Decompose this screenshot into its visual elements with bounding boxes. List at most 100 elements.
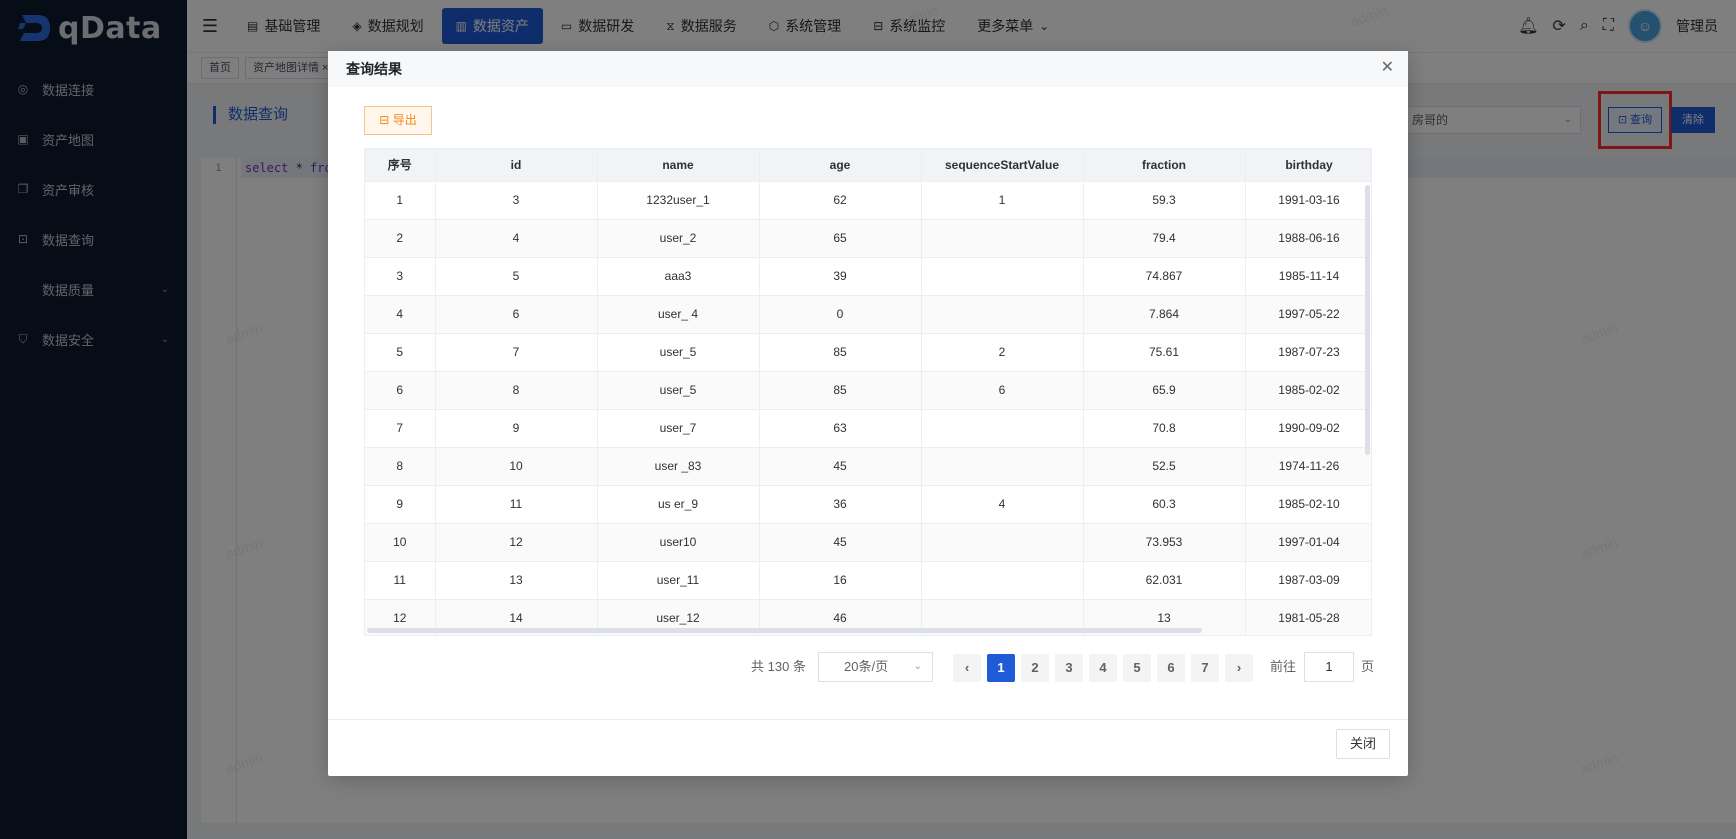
close-icon[interactable]: ✕	[1381, 60, 1394, 76]
table-cell: 79.4	[1083, 219, 1246, 258]
column-header[interactable]: age	[759, 149, 922, 182]
goto-page-input[interactable]: 1	[1304, 652, 1354, 682]
table-cell: 3	[365, 257, 436, 296]
table-row[interactable]: 3 5 aaa3 39 74.867 1985-11-14	[365, 257, 1371, 296]
table-cell	[921, 257, 1084, 296]
dialog-title: 查询结果	[346, 61, 402, 77]
table-cell	[921, 447, 1084, 486]
table-cell: 5	[435, 257, 598, 296]
table-cell: user _83	[597, 447, 760, 486]
table-cell	[921, 561, 1084, 600]
table-cell: 9	[435, 409, 598, 448]
page-button-1[interactable]: 1	[987, 654, 1015, 682]
vertical-scrollbar[interactable]	[1365, 185, 1370, 455]
table-cell: 12	[435, 523, 598, 562]
column-header[interactable]: 序号	[365, 149, 436, 182]
table-row[interactable]: 6 8 user_5 85 6 65.9 1985-02-02	[365, 371, 1371, 410]
table-cell: 3	[435, 181, 598, 220]
table-row[interactable]: 7 9 user_7 63 70.8 1990-09-02	[365, 409, 1371, 448]
export-button-label: 导出	[392, 113, 417, 127]
table-cell: 1991-03-16	[1245, 181, 1371, 220]
table-cell: 5	[365, 333, 436, 372]
table-cell	[921, 295, 1084, 334]
table-row[interactable]: 9 11 us er_9 36 4 60.3 1985-02-10	[365, 485, 1371, 524]
table-row[interactable]: 2 4 user_2 65 79.4 1988-06-16	[365, 219, 1371, 258]
table-cell: user_ 4	[597, 295, 760, 334]
table-row[interactable]: 4 6 user_ 4 0 7.864 1997-05-22	[365, 295, 1371, 334]
table-cell: 6	[365, 371, 436, 410]
table-cell: 1990-09-02	[1245, 409, 1371, 448]
table-cell: 75.61	[1083, 333, 1246, 372]
export-button[interactable]: ⊟ 导出	[364, 106, 432, 135]
page-button-3[interactable]: 3	[1055, 654, 1083, 682]
table-cell: 1988-06-16	[1245, 219, 1371, 258]
table-cell: 70.8	[1083, 409, 1246, 448]
table-cell: 85	[759, 371, 922, 410]
page-button-2[interactable]: 2	[1021, 654, 1049, 682]
table-cell: 6	[435, 295, 598, 334]
table-cell: 65.9	[1083, 371, 1246, 410]
table-cell: 1232user_1	[597, 181, 760, 220]
next-page-button[interactable]: ›	[1225, 654, 1253, 682]
page-size-select[interactable]: 20条/页 ⌄	[818, 652, 933, 682]
page-button-5[interactable]: 5	[1123, 654, 1151, 682]
table-cell: user_7	[597, 409, 760, 448]
goto-label: 前往	[1270, 659, 1297, 674]
table-cell: 0	[759, 295, 922, 334]
column-header[interactable]: name	[597, 149, 760, 182]
table-cell: 4	[435, 219, 598, 258]
chevron-down-icon: ⌄	[913, 661, 922, 672]
table-cell: 4	[921, 485, 1084, 524]
table-cell: 7	[365, 409, 436, 448]
table-cell: 62.031	[1083, 561, 1246, 600]
page-button-6[interactable]: 6	[1157, 654, 1185, 682]
table-cell: 39	[759, 257, 922, 296]
column-header[interactable]: fraction	[1083, 149, 1246, 182]
table-row[interactable]: 8 10 user _83 45 52.5 1974-11-26	[365, 447, 1371, 486]
table-cell: 85	[759, 333, 922, 372]
table-cell: user_5	[597, 333, 760, 372]
table-cell: 16	[759, 561, 922, 600]
export-icon: ⊟	[379, 113, 390, 127]
prev-page-button[interactable]: ‹	[953, 654, 981, 682]
table-cell: 45	[759, 447, 922, 486]
table-cell: 52.5	[1083, 447, 1246, 486]
table-cell: 4	[365, 295, 436, 334]
table-cell: 62	[759, 181, 922, 220]
table-cell: user_11	[597, 561, 760, 600]
table-cell: 2	[921, 333, 1084, 372]
table-cell: 1997-05-22	[1245, 295, 1371, 334]
table-cell: aaa3	[597, 257, 760, 296]
goto-suffix: 页	[1361, 659, 1375, 674]
table-cell: 10	[365, 523, 436, 562]
table-cell: user_2	[597, 219, 760, 258]
table-cell: 74.867	[1083, 257, 1246, 296]
table-cell: 10	[435, 447, 598, 486]
table-cell	[921, 409, 1084, 448]
table-cell: 7.864	[1083, 295, 1246, 334]
table-cell: 1997-01-04	[1245, 523, 1371, 562]
table-row[interactable]: 5 7 user_5 85 2 75.61 1987-07-23	[365, 333, 1371, 372]
horizontal-scrollbar[interactable]	[367, 628, 1202, 633]
table-cell	[921, 219, 1084, 258]
close-button[interactable]: 关闭	[1336, 729, 1390, 759]
column-header[interactable]: birthday	[1245, 149, 1371, 182]
table-cell: 63	[759, 409, 922, 448]
table-body: 1 3 1232user_1 62 1 59.3 1991-03-16 2 4 user_2 65 7…	[365, 181, 1371, 635]
table-cell: 8	[435, 371, 598, 410]
table-cell: 36	[759, 485, 922, 524]
table-row[interactable]: 1 3 1232user_1 62 1 59.3 1991-03-16	[365, 181, 1371, 220]
table-row[interactable]: 11 13 user_11 16 62.031 1987-03-09	[365, 561, 1371, 600]
page-button-7[interactable]: 7	[1191, 654, 1219, 682]
result-table: 序号 id name age sequenceStartValue fraction bir…	[364, 148, 1372, 636]
table-cell: user10	[597, 523, 760, 562]
total-count: 共 130 条	[751, 659, 806, 674]
page-button-4[interactable]: 4	[1089, 654, 1117, 682]
table-row[interactable]: 10 12 user10 45 73.953 1997-01-04	[365, 523, 1371, 562]
table-cell: 1974-11-26	[1245, 447, 1371, 486]
column-header[interactable]: sequenceStartValue	[921, 149, 1084, 182]
table-cell: 1987-07-23	[1245, 333, 1371, 372]
column-header[interactable]: id	[435, 149, 598, 182]
table-cell: 11	[435, 485, 598, 524]
table-cell: user_5	[597, 371, 760, 410]
